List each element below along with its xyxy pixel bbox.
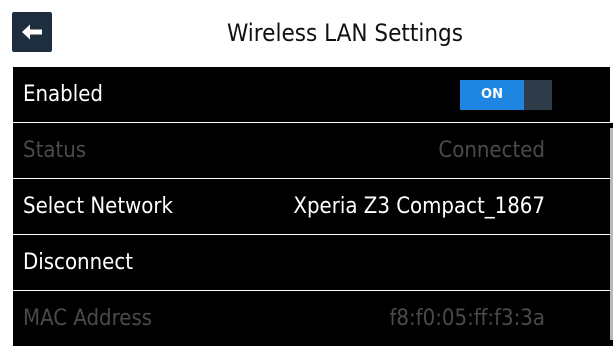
page-title: Wireless LAN Settings xyxy=(226,19,463,47)
selected-network-value: Xperia Z3 Compact_1867 xyxy=(293,194,545,219)
disconnect-label: Disconnect xyxy=(23,250,133,275)
select-network-row[interactable]: Select Network Xperia Z3 Compact_1867 xyxy=(13,179,613,234)
mac-address-value: f8:f0:05:ff:f3:3a xyxy=(389,306,545,331)
disconnect-row[interactable]: Disconnect xyxy=(13,235,613,290)
toggle-on-label: ON xyxy=(460,80,524,110)
status-row: Status Connected xyxy=(13,123,613,178)
arrow-left-icon xyxy=(22,24,42,40)
enabled-row: Enabled ON xyxy=(13,67,613,122)
toggle-knob[interactable] xyxy=(524,80,552,110)
status-value: Connected xyxy=(438,138,545,163)
enabled-label: Enabled xyxy=(23,82,103,107)
mac-address-label: MAC Address xyxy=(23,306,153,331)
enabled-toggle[interactable]: ON xyxy=(460,80,552,110)
settings-list: Enabled ON Status Connected Select Netwo… xyxy=(13,67,613,347)
back-button[interactable] xyxy=(12,12,52,52)
status-label: Status xyxy=(23,138,87,163)
mac-address-row: MAC Address f8:f0:05:ff:f3:3a xyxy=(13,291,613,346)
select-network-label: Select Network xyxy=(23,194,173,219)
header-bar: Wireless LAN Settings xyxy=(0,0,613,66)
